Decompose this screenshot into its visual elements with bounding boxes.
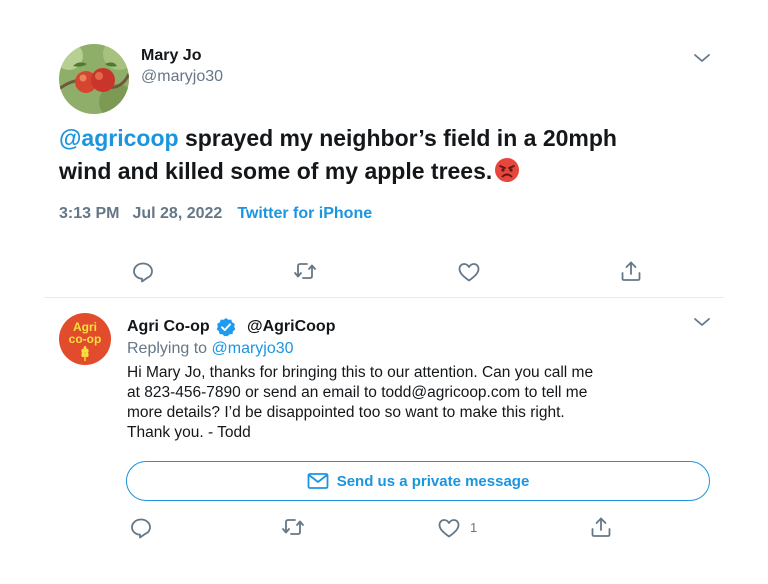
tweet-text-line2: wind and killed some of my apple trees. [59, 158, 493, 184]
reply-icon[interactable] [129, 516, 153, 540]
heart-icon[interactable] [437, 516, 461, 540]
send-private-message-label: Send us a private message [336, 472, 530, 490]
chevron-down-icon[interactable] [693, 52, 711, 64]
mention-link[interactable]: @agricoop [59, 125, 179, 151]
reply-text-line: at 823-456-7890 or send an email to todd… [127, 384, 588, 401]
replying-to: Replying to @maryjo30 [127, 340, 294, 358]
reply-author-handle[interactable]: @AgriCoop [247, 318, 335, 336]
replying-to-mention[interactable]: @maryjo30 [212, 340, 294, 357]
retweet-icon[interactable] [281, 515, 305, 539]
reply-author-name[interactable]: Agri Co-op [127, 318, 210, 336]
tweet-author-handle[interactable]: @maryjo30 [141, 68, 223, 86]
tweet-date[interactable]: Jul 28, 2022 [132, 205, 222, 223]
wheat-icon [81, 346, 89, 361]
share-icon[interactable] [589, 515, 613, 539]
avatar-logo-text-2: co-op [68, 332, 102, 346]
angry-face-icon [494, 157, 520, 183]
avatar-mary-jo[interactable] [59, 44, 129, 114]
reply-text-line: Hi Mary Jo, thanks for bringing this to … [127, 364, 594, 381]
share-icon[interactable] [619, 259, 643, 283]
tweet-text: @agricoop sprayed my neighbor’s field in… [59, 122, 699, 188]
retweet-icon[interactable] [293, 259, 317, 283]
divider [44, 297, 724, 298]
reply-text-line: more details? I’d be disappointed too so… [127, 404, 565, 421]
tweet-meta: 3:13 PM Jul 28, 2022 Twitter for iPhone [59, 205, 372, 223]
reply-icon[interactable] [131, 260, 155, 284]
reply-text: Hi Mary Jo, thanks for bringing this to … [127, 363, 687, 443]
replying-to-label: Replying to [127, 340, 208, 357]
mail-icon [307, 473, 329, 489]
tweet-text-line1: sprayed my neighbor’s field in a 20mph [178, 125, 617, 151]
avatar-agri-coop[interactable]: Agri co-op [59, 313, 111, 365]
reply-text-line: Thank you. - Todd [127, 424, 251, 441]
verified-badge-icon [216, 317, 236, 337]
heart-icon[interactable] [457, 260, 481, 284]
tweet-source[interactable]: Twitter for iPhone [237, 205, 372, 223]
chevron-down-icon[interactable] [693, 316, 711, 328]
like-count: 1 [470, 520, 478, 535]
send-private-message-button[interactable]: Send us a private message [126, 461, 710, 501]
tweet-author-name[interactable]: Mary Jo [141, 47, 201, 65]
tweet-time[interactable]: 3:13 PM [59, 205, 119, 223]
